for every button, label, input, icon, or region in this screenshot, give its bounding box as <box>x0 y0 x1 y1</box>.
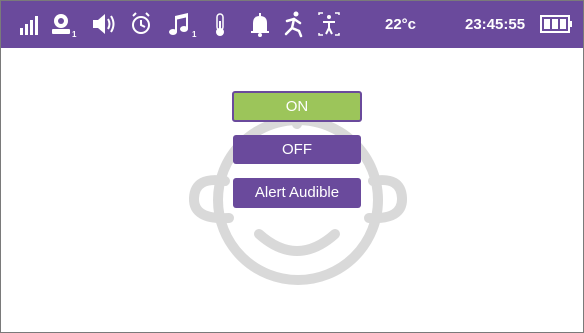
bell-icon[interactable] <box>251 13 269 37</box>
thermometer-icon[interactable] <box>216 13 224 36</box>
music-note-icon[interactable] <box>169 13 188 35</box>
temperature-readout: 22°c <box>385 16 417 33</box>
on-button[interactable]: ON <box>232 91 362 122</box>
off-button[interactable]: OFF <box>233 135 361 164</box>
battery-icon <box>540 15 572 33</box>
person-icon[interactable] <box>52 14 70 34</box>
person-frame-icon[interactable] <box>318 12 340 36</box>
person-badge: 1 <box>72 30 77 39</box>
alarm-clock-icon[interactable] <box>132 12 150 34</box>
music-badge: 1 <box>192 30 197 39</box>
clock-readout: 23:45:55 <box>465 16 526 33</box>
signal-icon <box>20 16 38 35</box>
running-person-icon[interactable] <box>284 11 303 38</box>
speaker-icon[interactable] <box>93 14 115 34</box>
alert-audible-button[interactable]: Alert Audible <box>233 178 361 208</box>
screen-frame: 1 1 22°c 23:45:55 ON OFF Alert Audible <box>0 0 584 333</box>
status-bar: 1 1 22°c 23:45:55 <box>1 1 583 48</box>
